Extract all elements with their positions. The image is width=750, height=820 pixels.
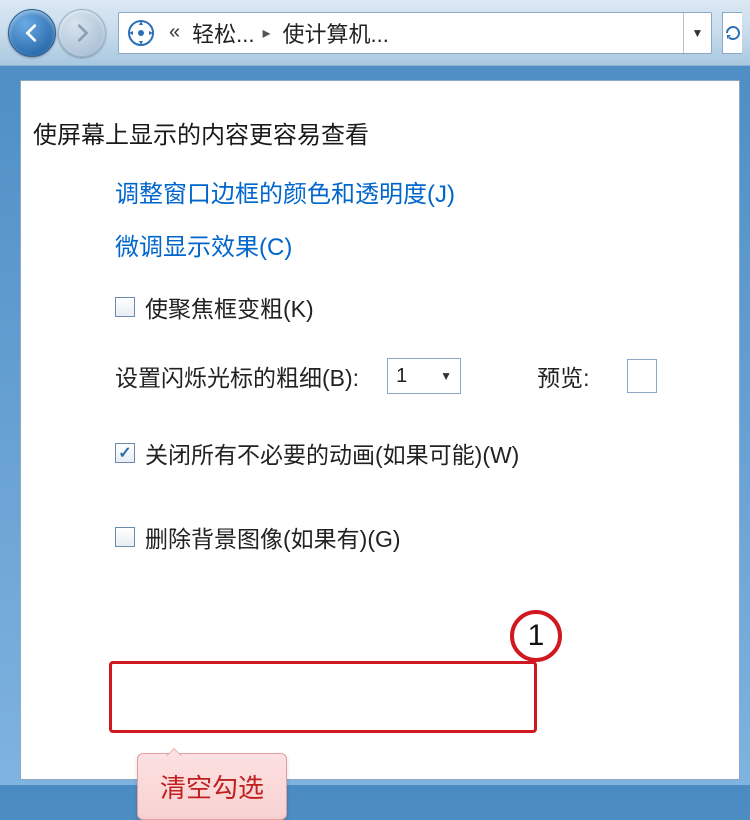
- navigation-bar: « 轻松... ▸ 使计算机... ▼: [0, 0, 750, 66]
- arrow-left-icon: [21, 22, 43, 44]
- breadcrumb-dropdown[interactable]: ▼: [683, 13, 711, 53]
- arrow-right-icon: [71, 22, 93, 44]
- forward-button[interactable]: [58, 9, 106, 57]
- section-title: 使屏幕上显示的内容更容易查看: [21, 115, 739, 150]
- link-fine-tune[interactable]: 微调显示效果(C): [21, 227, 739, 262]
- checkbox-disable-anim[interactable]: [115, 443, 135, 463]
- chevron-right-icon: ▸: [262, 23, 270, 43]
- cursor-thickness-combo[interactable]: 1 ▼: [387, 358, 461, 394]
- chevron-down-icon: ▼: [440, 369, 452, 383]
- label-remove-bg: 删除背景图像(如果有)(G): [145, 520, 401, 554]
- breadcrumb[interactable]: « 轻松... ▸ 使计算机... ▼: [118, 12, 712, 54]
- breadcrumb-item-1[interactable]: 轻松... ▸: [186, 17, 276, 49]
- cursor-thickness-row: 设置闪烁光标的粗细(B): 1 ▼ 预览:: [21, 358, 739, 394]
- label-cursor-thickness: 设置闪烁光标的粗细(B):: [115, 359, 359, 393]
- annotation-highlight: 1: [109, 661, 537, 733]
- refresh-icon: [725, 25, 741, 41]
- label-preview: 预览:: [537, 359, 589, 393]
- checkbox-focus-thick[interactable]: [115, 297, 135, 317]
- breadcrumb-item-2[interactable]: 使计算机...: [277, 17, 395, 49]
- option-remove-bg: 删除背景图像(如果有)(G): [21, 520, 739, 554]
- ease-of-access-icon: [123, 15, 159, 51]
- option-focus-thick: 使聚焦框变粗(K): [21, 290, 739, 324]
- checkbox-remove-bg[interactable]: [115, 527, 135, 547]
- chevron-down-icon: ▼: [692, 26, 704, 40]
- label-disable-anim: 关闭所有不必要的动画(如果可能)(W): [145, 436, 519, 470]
- refresh-area[interactable]: [722, 12, 742, 54]
- option-disable-anim: 关闭所有不必要的动画(如果可能)(W): [21, 436, 739, 470]
- content-panel: 使屏幕上显示的内容更容易查看 调整窗口边框的颜色和透明度(J) 微调显示效果(C…: [20, 80, 740, 780]
- preview-box: [627, 359, 657, 393]
- link-adjust-color[interactable]: 调整窗口边框的颜色和透明度(J): [21, 174, 739, 209]
- back-button[interactable]: [8, 9, 56, 57]
- chevron-double-icon: «: [163, 21, 186, 44]
- annotation-tooltip: 清空勾选: [137, 753, 287, 820]
- label-focus-thick: 使聚焦框变粗(K): [145, 290, 314, 324]
- annotation-number: 1: [510, 610, 562, 662]
